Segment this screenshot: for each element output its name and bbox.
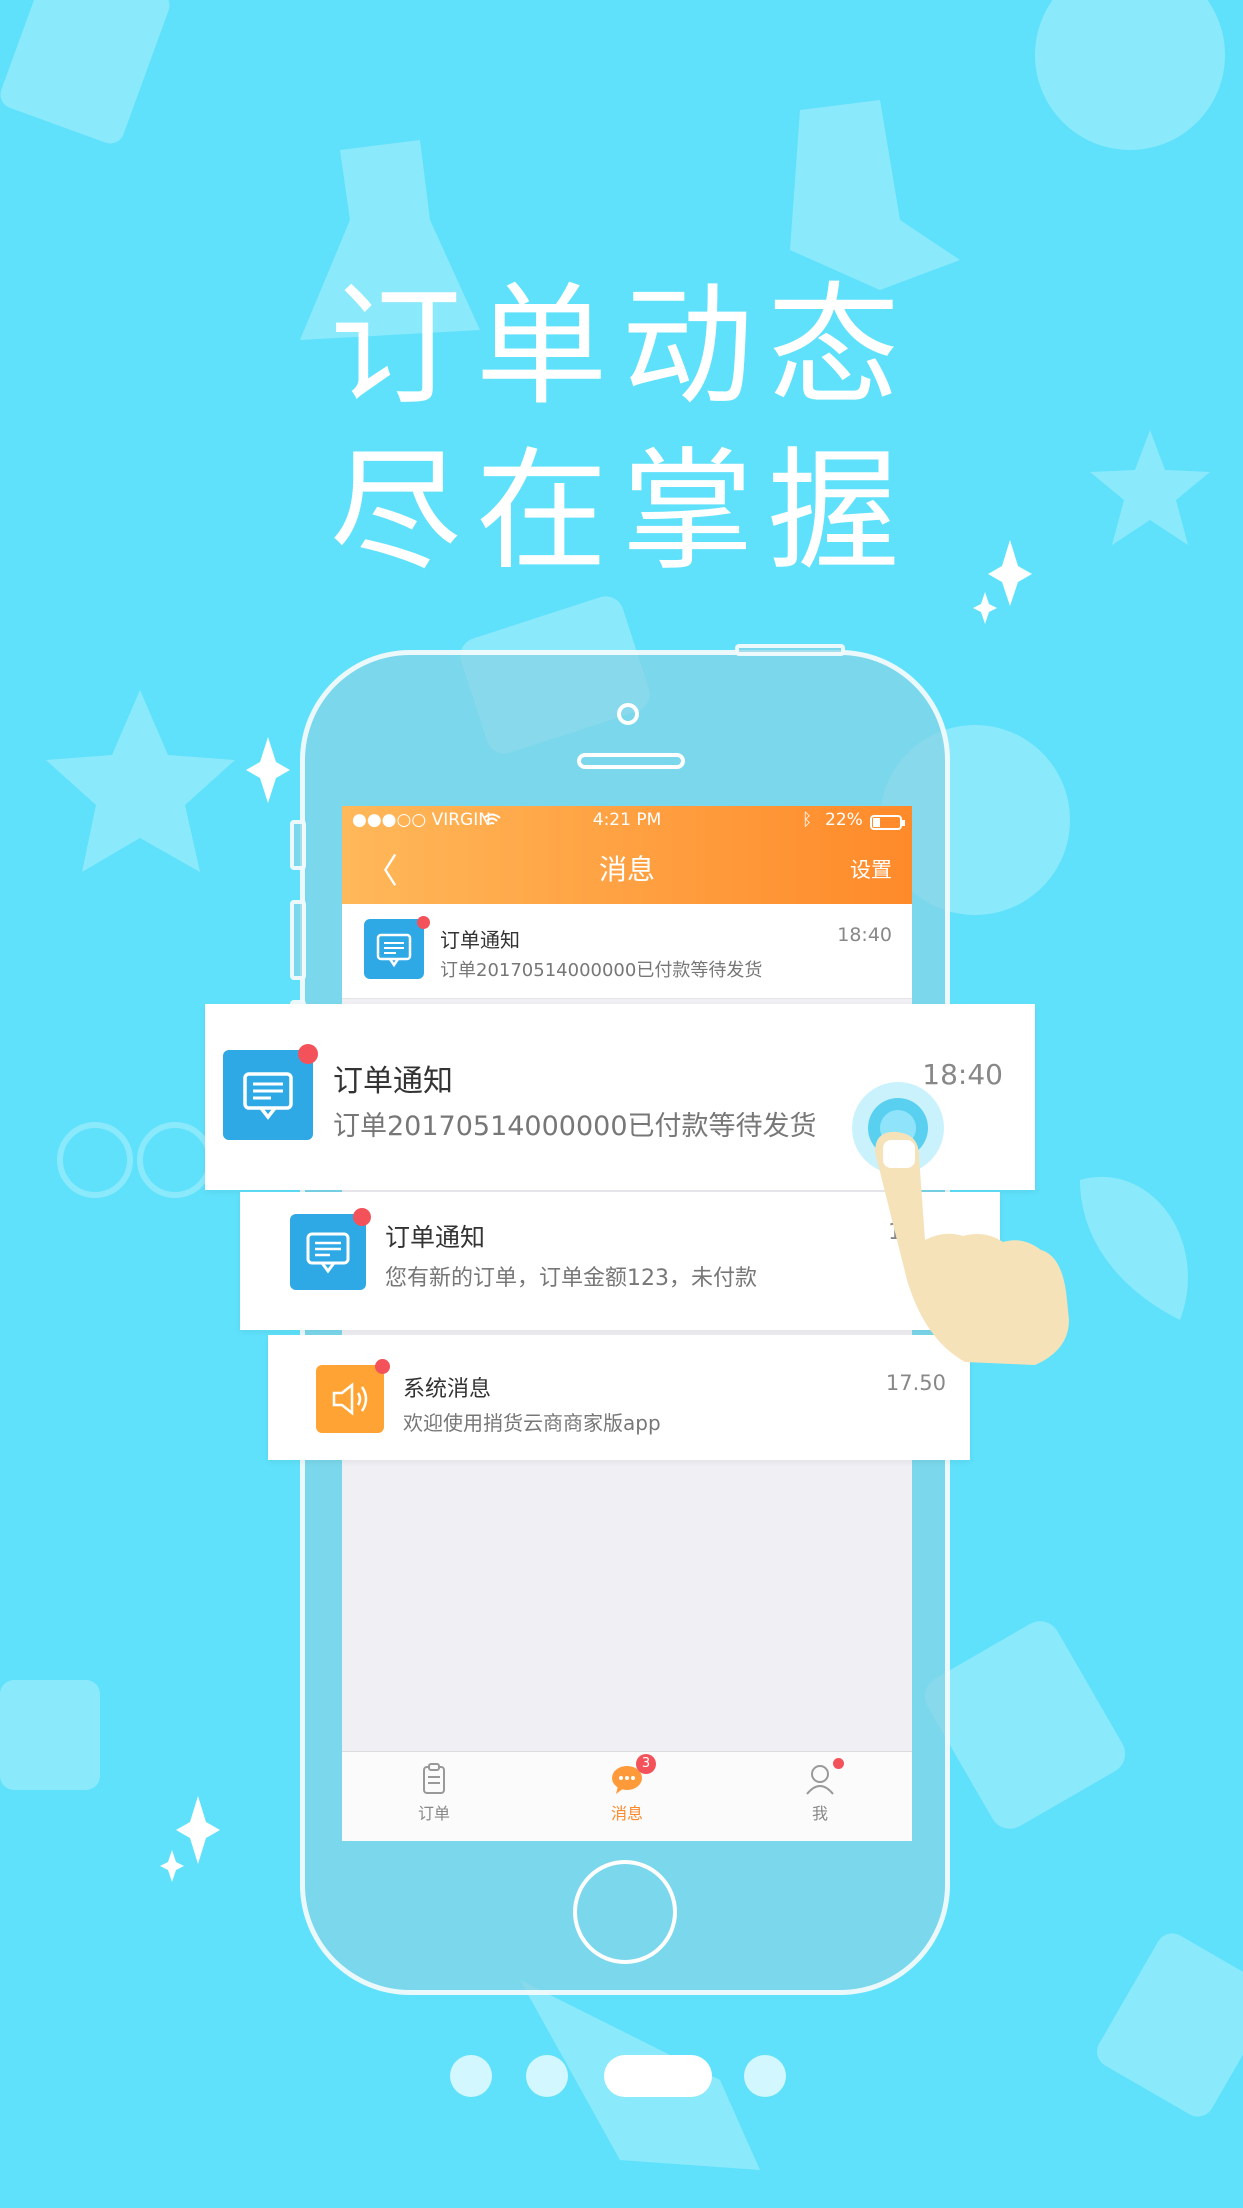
unread-dot xyxy=(833,1758,844,1769)
tab-label: 消息 xyxy=(610,1804,643,1823)
page-indicator-dot[interactable] xyxy=(450,2055,492,2097)
message-icon xyxy=(364,919,424,979)
card-title: 订单通知 xyxy=(333,1064,453,1099)
glasses-shape xyxy=(57,1122,214,1198)
card-subtitle: 您有新的订单，订单金额123，未付款 xyxy=(385,1266,757,1291)
unread-dot xyxy=(417,916,430,929)
tab-orders[interactable]: 订单 xyxy=(374,1762,494,1824)
list-item-title: 订单通知 xyxy=(440,928,520,952)
card-title: 订单通知 xyxy=(385,1223,486,1252)
bluetooth-icon: ᛒ xyxy=(802,810,813,830)
tab-messages[interactable]: 3 消息 xyxy=(567,1754,687,1824)
headline-line-1: 订单动态 xyxy=(329,270,914,424)
user-icon xyxy=(803,1758,844,1796)
ribbon-shape xyxy=(0,1680,100,1790)
page-indicator-dot[interactable] xyxy=(526,2055,568,2097)
power-button xyxy=(735,644,845,656)
tab-label: 订单 xyxy=(417,1804,450,1823)
list-item[interactable]: 订单通知 18:40 订单20170514000000已付款等待发货 xyxy=(342,904,912,999)
unread-count-badge: 3 xyxy=(636,1754,656,1774)
speaker-icon xyxy=(316,1365,384,1433)
headline-line-2: 尽在掌握 xyxy=(329,435,914,589)
settings-button[interactable]: 设置 xyxy=(850,854,892,884)
sparkle-shape xyxy=(176,1796,220,1864)
battery-label: 22% xyxy=(825,810,863,830)
phone-shape xyxy=(0,0,170,144)
message-icon xyxy=(290,1214,366,1290)
home-button[interactable] xyxy=(573,1860,677,1964)
message-icon xyxy=(223,1050,313,1140)
fingernail-shape xyxy=(883,1140,915,1168)
phone-speaker xyxy=(577,753,685,769)
card-subtitle: 欢迎使用捎货云商商家版app xyxy=(403,1411,661,1435)
mute-switch xyxy=(290,820,306,870)
tab-label: 我 xyxy=(811,1804,828,1823)
list-item-time: 18:40 xyxy=(837,924,892,946)
battery-icon xyxy=(870,815,906,841)
sparkle-shape xyxy=(973,592,997,624)
tapping-hand-illustration xyxy=(852,1082,1069,1365)
page-indicator-active[interactable] xyxy=(604,2055,712,2097)
tab-bar: 订单 3 消息 我 xyxy=(342,1751,912,1841)
unread-dot xyxy=(375,1359,390,1374)
navigation-bar: ●●●○○ VIRGIN 4:21 PM ᛒ 22% 〈 消息 设置 xyxy=(342,806,912,904)
bear-shape xyxy=(1035,0,1225,150)
chat-icon: 3 xyxy=(610,1754,656,1796)
list-item-subtitle: 订单20170514000000已付款等待发货 xyxy=(440,960,763,981)
sparkle-shape xyxy=(246,737,290,803)
page-title: 消息 xyxy=(598,853,655,886)
sparkle-shape xyxy=(160,1850,184,1882)
card-title: 系统消息 xyxy=(403,1377,492,1402)
star-shape xyxy=(46,690,235,872)
card-subtitle: 订单20170514000000已付款等待发货 xyxy=(333,1111,817,1142)
tab-me[interactable]: 我 xyxy=(760,1758,880,1824)
console-shape xyxy=(1097,1933,1243,2117)
unread-dot xyxy=(353,1208,371,1226)
unread-dot xyxy=(298,1044,318,1064)
volume-up-button xyxy=(290,900,306,980)
clipboard-icon xyxy=(417,1762,451,1796)
phone-camera xyxy=(617,703,639,725)
page-indicator-dot[interactable] xyxy=(744,2055,786,2097)
